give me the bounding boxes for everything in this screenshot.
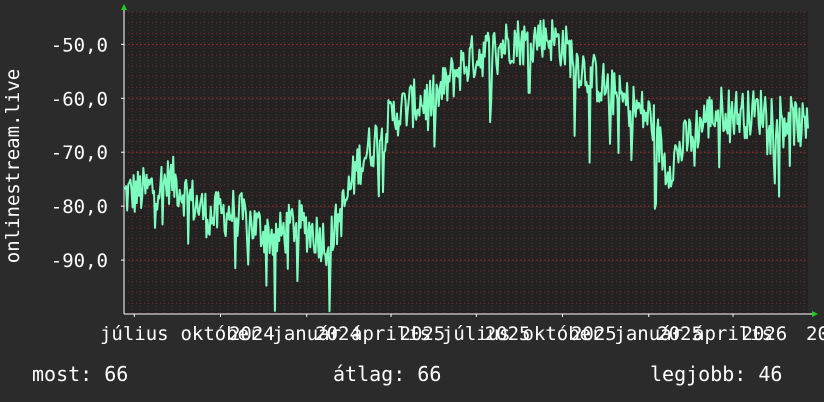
stat-average: átlag: 66 — [333, 362, 442, 386]
x-year-label: 20 — [806, 323, 824, 345]
y-tick-label: -70,0 — [51, 142, 108, 164]
y-tick-labels: -50,0 -60,0 -70,0 -80,0 -90,0 — [51, 34, 124, 272]
y-tick-label: -80,0 — [51, 196, 108, 218]
x-year-label: 2025 — [485, 323, 531, 345]
y-axis-arrow — [121, 4, 127, 10]
x-year-label: 2025 — [399, 323, 445, 345]
x-year-label: 2025 — [571, 323, 617, 345]
y-axis-label: onlinestream.live — [2, 69, 24, 263]
y-tick-label: -60,0 — [51, 88, 108, 110]
x-tick-label: július — [100, 323, 169, 345]
line-chart: -50,0 -60,0 -70,0 -80,0 -90,0 július október j… — [2, 4, 824, 345]
stat-best: legjobb: 46 — [650, 362, 783, 386]
x-year-label: 2024 — [229, 323, 275, 345]
stat-current: most: 66 — [32, 362, 129, 386]
x-year-label: 2024 — [315, 323, 361, 345]
x-tick-labels: július október január április július október j… — [100, 314, 824, 345]
x-year-label: 2026 — [741, 323, 787, 345]
plot-area — [124, 12, 808, 314]
x-axis-arrow — [812, 311, 818, 317]
x-year-label: 2025 — [657, 323, 703, 345]
y-tick-label: -90,0 — [51, 250, 108, 272]
y-tick-label: -50,0 — [51, 34, 108, 56]
